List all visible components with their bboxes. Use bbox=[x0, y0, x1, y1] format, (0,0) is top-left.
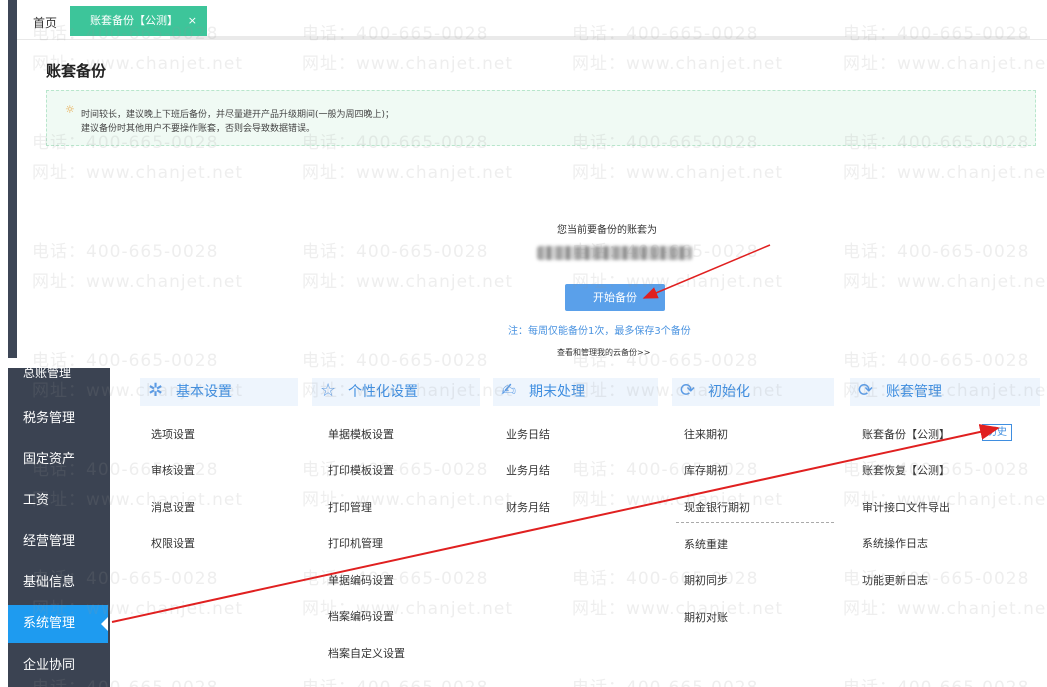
arrow-to-start-button bbox=[642, 244, 771, 299]
annotation-arrows bbox=[111, 244, 1000, 623]
arrow-to-history bbox=[111, 424, 1000, 623]
